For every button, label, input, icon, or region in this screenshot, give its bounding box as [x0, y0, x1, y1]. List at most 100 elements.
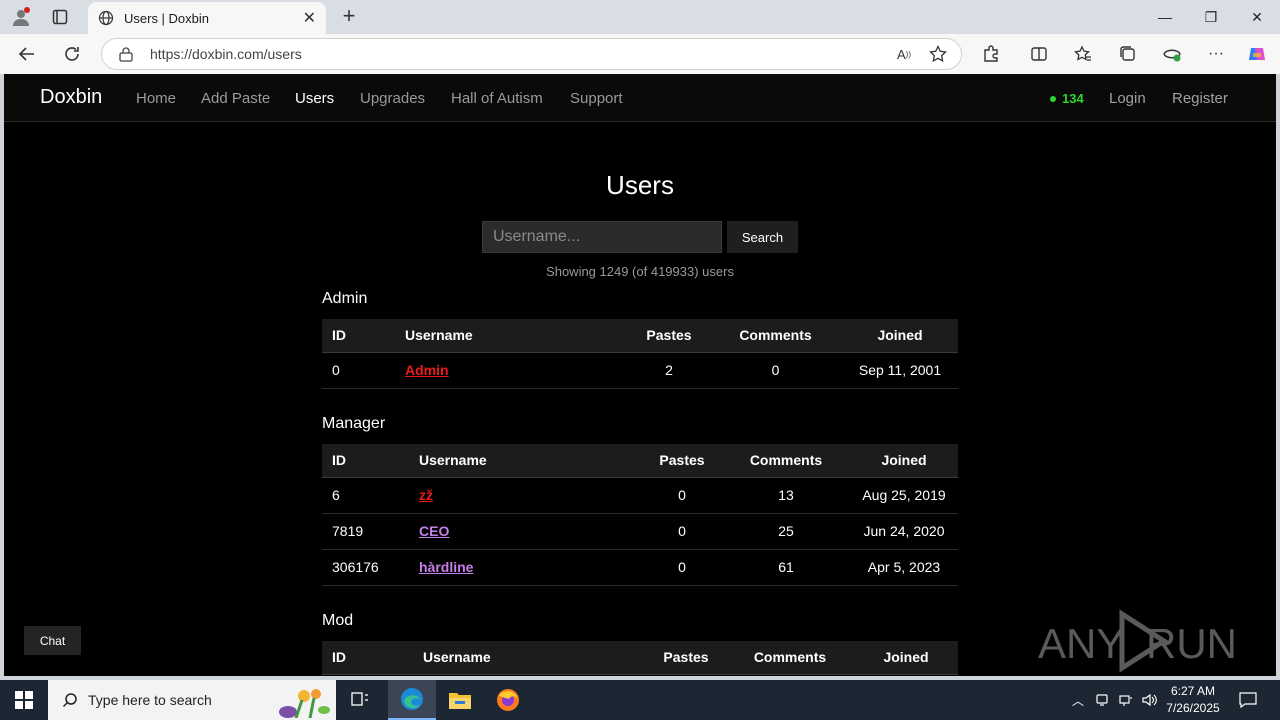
cell-comments: 25: [722, 513, 850, 550]
wired-network-icon[interactable]: [1116, 680, 1136, 720]
table-header-row: ID Username Pastes Comments Joined: [322, 444, 958, 478]
users-count-text: Showing 1249 (of 419933) users: [546, 264, 734, 279]
nav-users[interactable]: Users: [295, 90, 334, 107]
cell-joined: Jun 24, 2020: [850, 513, 958, 550]
cell-pastes: 0: [642, 549, 722, 586]
nav-hall-of-autism[interactable]: Hall of Autism: [451, 90, 543, 107]
cell-comments: 13: [722, 477, 850, 514]
site-brand[interactable]: Doxbin: [40, 86, 102, 109]
col-username: Username: [409, 444, 642, 478]
table-row: 7819 CEO 0 25 Jun 24, 2020: [322, 513, 958, 550]
cell-id: 6: [322, 477, 409, 514]
username-link[interactable]: Admin: [405, 362, 449, 378]
col-username: Username: [395, 319, 629, 353]
close-tab-icon[interactable]: ✕: [303, 8, 316, 28]
nav-home[interactable]: Home: [136, 90, 176, 107]
search-button[interactable]: Search: [727, 221, 798, 253]
network-device-icon[interactable]: [1092, 680, 1112, 720]
username-link[interactable]: CEO: [419, 523, 449, 539]
tab-actions-icon[interactable]: [49, 6, 71, 28]
new-tab-button[interactable]: +: [338, 5, 360, 27]
col-comments: Comments: [722, 444, 850, 478]
col-id: ID: [322, 444, 409, 478]
cell-joined: Apr 5, 2023: [850, 549, 958, 586]
anyrun-watermark-logo: ANY RUN: [1038, 609, 1237, 673]
anyrun-text-run: RUN: [1146, 620, 1237, 667]
restore-button[interactable]: ❐: [1188, 0, 1234, 34]
firefox-icon[interactable]: [484, 680, 532, 720]
online-dot-icon: [1050, 95, 1056, 102]
clock-time: 6:27 AM: [1170, 684, 1216, 698]
cell-pastes: 0: [642, 513, 722, 550]
cell-pastes: 2: [629, 352, 709, 389]
favorites-icon[interactable]: [1072, 43, 1094, 65]
manager-table: ID Username Pastes Comments Joined 6 zž …: [322, 444, 958, 586]
cell-joined: Aug 25, 2019: [850, 477, 958, 514]
read-aloud-icon[interactable]: A)): [893, 43, 915, 65]
windows-taskbar: Type here to search ︿ 6:27 AM 7/26/2025: [0, 680, 1280, 720]
section-title-admin: Admin: [322, 290, 368, 307]
nav-login[interactable]: Login: [1109, 90, 1146, 107]
refresh-icon[interactable]: [61, 43, 83, 65]
username-link[interactable]: hàrdline: [419, 559, 473, 575]
site-info-icon[interactable]: [118, 46, 134, 62]
web-page: Doxbin Home Add Paste Users Upgrades Hal…: [4, 74, 1276, 676]
url-text: https://doxbin.com/users: [150, 46, 302, 62]
clock-date: 7/26/2025: [1166, 701, 1220, 715]
back-icon[interactable]: [16, 43, 38, 65]
browser-essentials-icon[interactable]: [1161, 43, 1183, 65]
table-row: 0 Admin 2 0 Sep 11, 2001: [322, 352, 958, 389]
col-pastes: Pastes: [629, 319, 709, 353]
settings-more-icon[interactable]: ···: [1205, 43, 1227, 65]
cell-joined: Sep 11, 2001: [842, 352, 958, 389]
section-title-manager: Manager: [322, 415, 386, 432]
username-link[interactable]: zž: [419, 487, 433, 503]
start-windows-icon[interactable]: [0, 680, 48, 720]
globe-icon: [98, 10, 114, 26]
minimize-button[interactable]: —: [1142, 0, 1188, 34]
nav-register[interactable]: Register: [1172, 90, 1228, 107]
show-hidden-icons-icon[interactable]: ︿: [1068, 680, 1088, 720]
online-count-value: 134: [1062, 91, 1084, 106]
col-comments: Comments: [709, 319, 842, 353]
browser-tab-active[interactable]: Users | Doxbin ✕: [88, 2, 326, 34]
chat-button[interactable]: Chat: [24, 626, 81, 655]
col-username: Username: [413, 641, 646, 675]
nav-upgrades[interactable]: Upgrades: [360, 90, 425, 107]
taskbar-clock[interactable]: 6:27 AM 7/26/2025: [1160, 683, 1226, 717]
volume-icon[interactable]: [1140, 680, 1160, 720]
browser-tab-bar: Users | Doxbin ✕ + — ❐ ✕: [0, 0, 1280, 34]
split-screen-icon[interactable]: [1028, 43, 1050, 65]
cell-comments: 61: [722, 549, 850, 586]
col-comments: Comments: [726, 641, 854, 675]
notifications-icon[interactable]: [1236, 680, 1260, 720]
file-explorer-icon[interactable]: [436, 680, 484, 720]
table-header-row: ID Username Pastes Comments Joined: [322, 641, 958, 675]
edge-browser-icon[interactable]: [388, 680, 436, 720]
task-view-icon[interactable]: [336, 680, 384, 720]
col-joined: Joined: [854, 641, 958, 675]
table-header-row: ID Username Pastes Comments Joined: [322, 319, 958, 353]
col-id: ID: [322, 319, 395, 353]
browser-toolbar: https://doxbin.com/users A)) ···: [0, 34, 1280, 74]
search-icon: [62, 693, 77, 708]
extensions-icon[interactable]: [980, 43, 1002, 65]
nav-support[interactable]: Support: [570, 90, 623, 107]
search-highlight-flowers-icon: [279, 689, 330, 718]
close-window-button[interactable]: ✕: [1234, 0, 1280, 34]
username-search-input[interactable]: [482, 221, 722, 253]
collections-icon[interactable]: [1117, 43, 1139, 65]
section-title-mod: Mod: [322, 612, 354, 629]
taskbar-search-box[interactable]: Type here to search: [48, 680, 336, 720]
profile-icon[interactable]: [10, 6, 32, 28]
online-count: 134: [1050, 91, 1084, 106]
copilot-icon[interactable]: [1246, 43, 1268, 65]
taskbar-search-placeholder: Type here to search: [88, 692, 212, 708]
favorite-star-icon[interactable]: [927, 43, 949, 65]
table-row: 306176 hàrdline 0 61 Apr 5, 2023: [322, 549, 958, 586]
admin-table: ID Username Pastes Comments Joined 0 Adm…: [322, 319, 958, 389]
address-bar[interactable]: https://doxbin.com/users A)): [101, 38, 962, 70]
nav-add-paste[interactable]: Add Paste: [201, 90, 270, 107]
anyrun-text-any: ANY: [1038, 620, 1124, 667]
cell-id: 7819: [322, 513, 409, 550]
